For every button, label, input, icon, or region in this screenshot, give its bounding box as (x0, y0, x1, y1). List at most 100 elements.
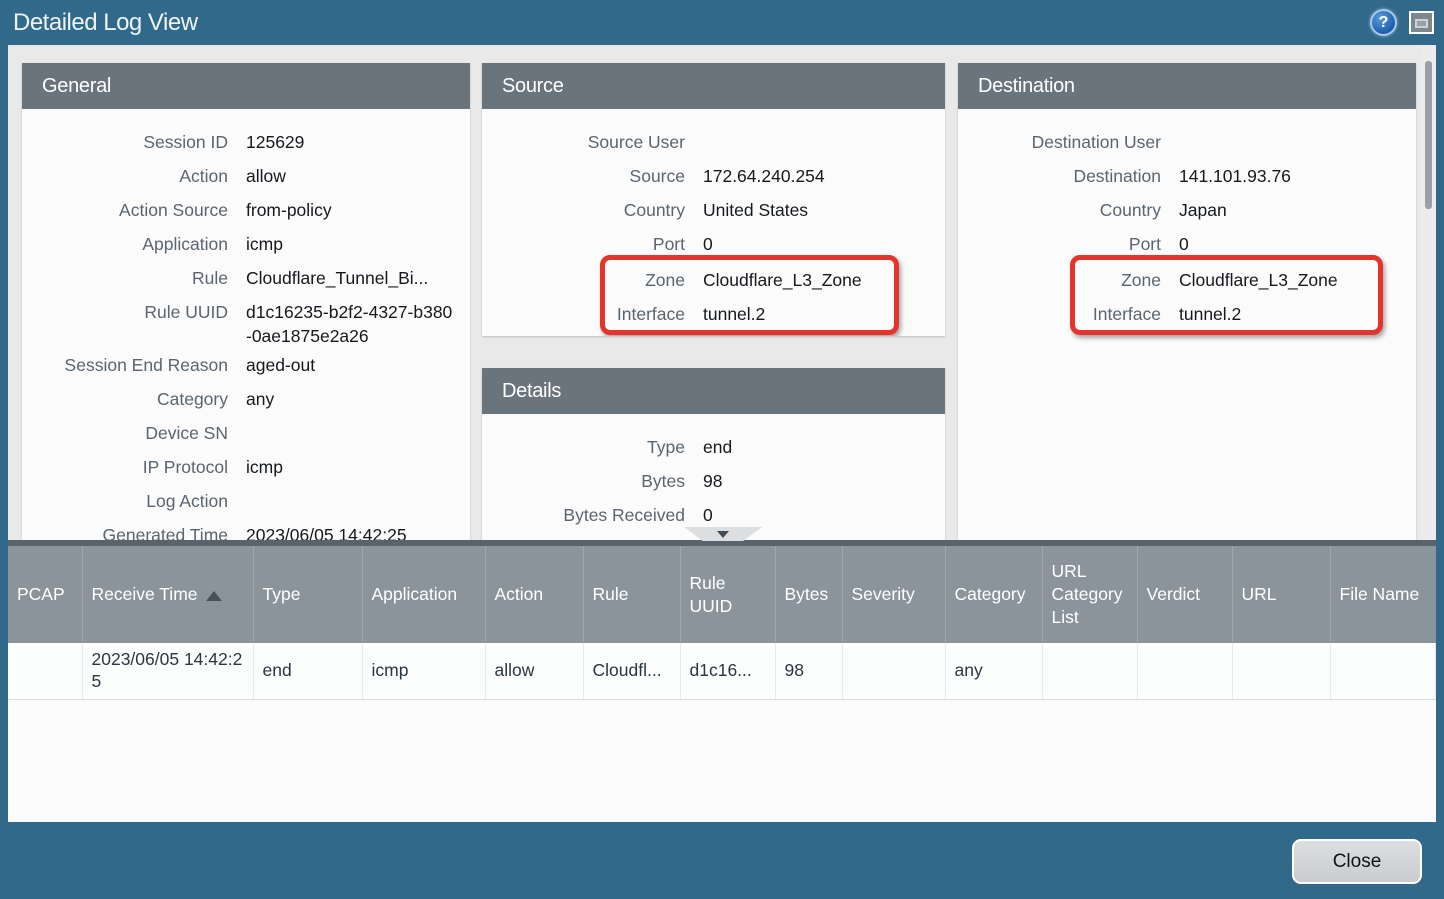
field-row-action-source: Action Source from-policy (22, 193, 470, 227)
field-row-source-user: Source User (482, 125, 945, 159)
field-value: Japan (1179, 193, 1416, 227)
details-panel-header: Details (482, 368, 945, 414)
field-label: Destination User (958, 125, 1161, 159)
field-row-rule-uuid: Rule UUID d1c16235-b2f2-4327-b380-0ae187… (22, 295, 470, 348)
field-label: Interface (958, 297, 1161, 331)
cell-rule-uuid: d1c16... (680, 643, 775, 699)
field-label: Country (958, 193, 1161, 227)
cell-application: icmp (362, 643, 485, 699)
field-value: tunnel.2 (1179, 297, 1416, 331)
column-header-label: Action (495, 584, 544, 604)
cell-action: allow (485, 643, 583, 699)
column-header-bytes[interactable]: Bytes (775, 546, 842, 643)
field-row-log-action: Log Action (22, 484, 470, 518)
field-value (1179, 125, 1416, 159)
scrollbar-thumb[interactable] (1425, 61, 1432, 209)
field-value: end (703, 430, 945, 464)
field-row-destination-interface: Interface tunnel.2 (958, 297, 1416, 331)
field-value: 141.101.93.76 (1179, 159, 1416, 193)
cell-url-category-list (1042, 643, 1137, 699)
field-row-rule: Rule Cloudflare_Tunnel_Bi... (22, 261, 470, 295)
titlebar-icons: ? (1370, 9, 1444, 36)
destination-panel-body: Destination User Destination 141.101.93.… (958, 109, 1416, 540)
column-header-label: Rule (593, 584, 629, 604)
field-label: Application (22, 227, 228, 261)
column-header-url-category-list[interactable]: URL Category List (1042, 546, 1137, 643)
field-value: Cloudflare_Tunnel_Bi... (246, 261, 470, 295)
cell-verdict (1137, 643, 1232, 699)
field-row-session-id: Session ID 125629 (22, 125, 470, 159)
column-header-label: PCAP (17, 584, 65, 604)
column-header-label: Application (372, 584, 458, 604)
log-table: PCAP Receive Time Type Application Actio… (8, 546, 1436, 700)
column-header-label: Severity (852, 584, 915, 604)
field-value: Cloudflare_L3_Zone (703, 263, 945, 297)
field-value: from-policy (246, 193, 470, 227)
field-label: Rule UUID (22, 295, 228, 348)
cell-url (1232, 643, 1330, 699)
dialog-titlebar: Detailed Log View ? (0, 0, 1444, 45)
window-restore-icon[interactable] (1409, 11, 1434, 34)
field-label: Device SN (22, 416, 228, 450)
field-label: Action (22, 159, 228, 193)
field-label: Destination (958, 159, 1161, 193)
column-header-verdict[interactable]: Verdict (1137, 546, 1232, 643)
details-panel: Details Type end Bytes 98 Bytes Received (482, 368, 945, 540)
field-value: Cloudflare_L3_Zone (1179, 263, 1416, 297)
help-icon[interactable]: ? (1370, 9, 1397, 36)
column-header-rule[interactable]: Rule (583, 546, 680, 643)
column-header-pcap[interactable]: PCAP (8, 546, 82, 643)
field-value: United States (703, 193, 945, 227)
field-label: Port (958, 227, 1161, 261)
log-table-section: PCAP Receive Time Type Application Actio… (8, 540, 1436, 822)
column-header-category[interactable]: Category (945, 546, 1042, 643)
field-value (246, 484, 470, 518)
field-label: Port (482, 227, 685, 261)
column-header-severity[interactable]: Severity (842, 546, 945, 643)
page-title: Detailed Log View (0, 9, 198, 37)
close-button[interactable]: Close (1292, 839, 1422, 884)
cell-receive-time: 2023/06/05 14:42:25 (82, 643, 253, 699)
field-value: tunnel.2 (703, 297, 945, 331)
column-header-label: URL (1242, 584, 1277, 604)
field-value: allow (246, 159, 470, 193)
field-label: Country (482, 193, 685, 227)
cell-rule: Cloudfl... (583, 643, 680, 699)
log-detail-panels: General Session ID 125629 Action allow A… (8, 45, 1436, 540)
field-row-destination-country: Country Japan (958, 193, 1416, 227)
chevron-down-icon (717, 531, 729, 538)
cell-type: end (253, 643, 362, 699)
column-header-label: Category (955, 584, 1026, 604)
field-value: icmp (246, 450, 470, 484)
details-panel-body: Type end Bytes 98 Bytes Received 0 (482, 414, 945, 540)
field-value: d1c16235-b2f2-4327-b380-0ae1875e2a26 (246, 295, 470, 348)
column-header-file-name[interactable]: File Name (1330, 546, 1436, 643)
cell-category: any (945, 643, 1042, 699)
field-label: Generated Time (22, 518, 228, 540)
table-row[interactable]: 2023/06/05 14:42:25 end icmp allow Cloud… (8, 643, 1436, 699)
field-label: Type (482, 430, 685, 464)
column-header-label: Bytes (785, 584, 829, 604)
field-row-session-end-reason: Session End Reason aged-out (22, 348, 470, 382)
column-header-url[interactable]: URL (1232, 546, 1330, 643)
column-header-application[interactable]: Application (362, 546, 485, 643)
field-label: Rule (22, 261, 228, 295)
source-zone-interface-group: Zone Cloudflare_L3_Zone Interface tunnel… (482, 263, 945, 331)
sort-ascending-icon (206, 591, 222, 601)
column-header-receive-time[interactable]: Receive Time (82, 546, 253, 643)
general-column: General Session ID 125629 Action allow A… (22, 63, 470, 540)
field-label: Session End Reason (22, 348, 228, 382)
field-value: 98 (703, 464, 945, 498)
column-header-rule-uuid[interactable]: Rule UUID (680, 546, 775, 643)
vertical-scrollbar[interactable] (1421, 45, 1436, 540)
column-header-action[interactable]: Action (485, 546, 583, 643)
column-header-label: Verdict (1147, 584, 1201, 604)
field-value: 125629 (246, 125, 470, 159)
destination-panel-header: Destination (958, 63, 1416, 109)
column-header-type[interactable]: Type (253, 546, 362, 643)
field-label: Source User (482, 125, 685, 159)
general-panel-body: Session ID 125629 Action allow Action So… (22, 109, 470, 540)
field-label: Bytes Received (482, 498, 685, 532)
cell-bytes: 98 (775, 643, 842, 699)
field-label: Zone (958, 263, 1161, 297)
